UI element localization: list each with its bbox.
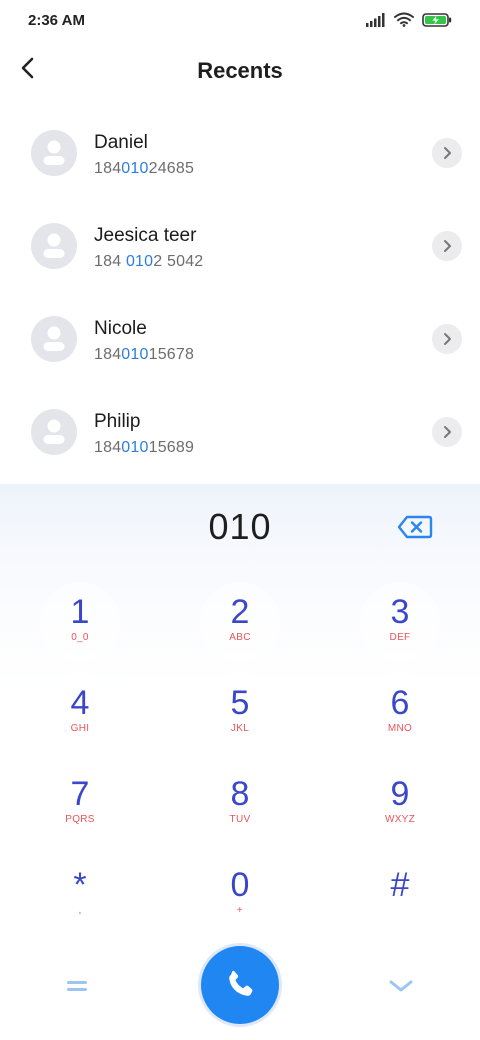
key-letters: , xyxy=(78,905,82,916)
dialpad-menu-button[interactable] xyxy=(62,974,92,998)
header: Recents xyxy=(0,44,480,100)
contact-row[interactable]: Philip 18401015689 xyxy=(0,386,480,479)
key-letters: + xyxy=(236,905,244,916)
contact-row[interactable]: Jeesica teer 184 0102 5042 xyxy=(0,200,480,293)
chevron-right-icon xyxy=(444,333,451,345)
key-digit: 3 xyxy=(390,593,410,631)
matched-digits: 010 xyxy=(121,160,149,177)
matched-digits: 010 xyxy=(121,346,149,363)
contact-detail-button[interactable] xyxy=(432,138,462,168)
key-9[interactable]: 9 WXYZ xyxy=(360,764,440,844)
contact-detail-button[interactable] xyxy=(432,417,462,447)
matched-digits: 010 xyxy=(121,439,149,456)
key-8[interactable]: 8 TUV xyxy=(200,764,280,844)
key-letters: JKL xyxy=(230,723,250,734)
collapse-dialpad-button[interactable] xyxy=(386,974,416,998)
avatar xyxy=(31,130,77,176)
backspace-icon xyxy=(397,515,433,539)
avatar xyxy=(31,409,77,455)
key-hash[interactable]: # xyxy=(360,855,440,935)
contact-name: Daniel xyxy=(94,132,148,153)
wifi-icon xyxy=(394,12,414,32)
person-icon xyxy=(43,233,65,258)
key-star[interactable]: * , xyxy=(40,855,120,935)
key-digit: 5 xyxy=(230,684,250,722)
key-3[interactable]: 3 DEF xyxy=(360,582,440,662)
recent-contacts-list: Daniel 18401024685 Jeesica teer 184 0102… xyxy=(0,107,480,479)
key-letters: TUV xyxy=(229,814,251,825)
contact-row[interactable]: Daniel 18401024685 xyxy=(0,107,480,200)
contact-number: 18401015689 xyxy=(94,439,195,456)
contact-row[interactable]: Nicole 18401015678 xyxy=(0,293,480,386)
equals-menu-icon xyxy=(67,981,87,991)
battery-charging-icon xyxy=(422,12,452,32)
chevron-right-icon xyxy=(444,147,451,159)
key-letters: DEF xyxy=(389,632,411,643)
key-digit: 2 xyxy=(230,593,250,631)
call-button[interactable] xyxy=(201,946,279,1024)
contact-name: Philip xyxy=(94,411,141,432)
key-digit: 0 xyxy=(230,866,250,904)
matched-digits: 010 xyxy=(125,253,154,270)
key-digit: * xyxy=(73,866,87,904)
status-time: 2:36 AM xyxy=(28,12,85,29)
contact-number: 18401015678 xyxy=(94,346,195,363)
key-digit: # xyxy=(390,866,410,904)
key-7[interactable]: 7 PQRS xyxy=(40,764,120,844)
key-letters: 0_0 xyxy=(71,632,89,643)
signal-icon xyxy=(366,12,386,32)
chevron-right-icon xyxy=(444,426,451,438)
key-0[interactable]: 0 + xyxy=(200,855,280,935)
chevron-down-icon xyxy=(389,980,413,992)
phone-icon xyxy=(229,970,253,996)
key-digit: 8 xyxy=(230,775,250,813)
status-icons xyxy=(366,12,452,32)
key-6[interactable]: 6 MNO xyxy=(360,673,440,753)
key-digit: 1 xyxy=(70,593,90,631)
key-4[interactable]: 4 GHI xyxy=(40,673,120,753)
chevron-right-icon xyxy=(444,240,451,252)
person-icon xyxy=(43,419,65,444)
key-digit: 4 xyxy=(70,684,90,722)
person-icon xyxy=(43,140,65,165)
contact-name: Jeesica teer xyxy=(94,225,197,246)
backspace-button[interactable] xyxy=(396,514,434,540)
contact-number: 184 0102 5042 xyxy=(94,253,204,270)
avatar xyxy=(31,223,77,269)
person-icon xyxy=(43,326,65,351)
key-2[interactable]: 2 ABC xyxy=(200,582,280,662)
status-bar: 2:36 AM xyxy=(0,0,480,44)
key-letters: GHI xyxy=(70,723,90,734)
key-letters: ABC xyxy=(229,632,251,643)
contact-detail-button[interactable] xyxy=(432,231,462,261)
key-letters: WXYZ xyxy=(384,814,416,825)
key-letters: MNO xyxy=(387,723,413,734)
key-letters: PQRS xyxy=(65,814,95,825)
avatar xyxy=(31,316,77,362)
key-1[interactable]: 1 0_0 xyxy=(40,582,120,662)
contact-name: Nicole xyxy=(94,318,147,339)
contact-number: 18401024685 xyxy=(94,160,195,177)
bottom-action-bar xyxy=(0,944,480,1030)
contact-detail-button[interactable] xyxy=(432,324,462,354)
key-digit: 7 xyxy=(70,775,90,813)
key-5[interactable]: 5 JKL xyxy=(200,673,280,753)
page-title: Recents xyxy=(197,58,283,83)
key-digit: 9 xyxy=(390,775,410,813)
key-digit: 6 xyxy=(390,684,410,722)
